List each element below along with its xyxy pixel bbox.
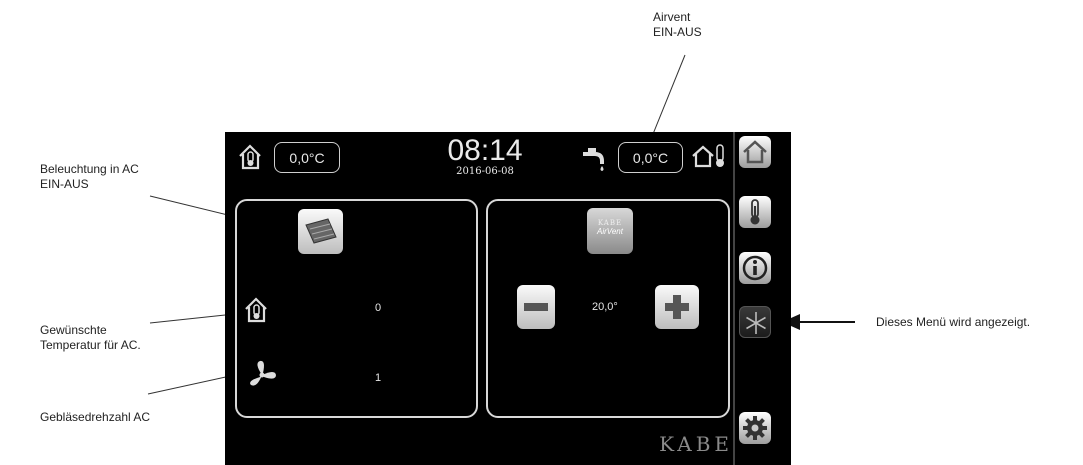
snowflake-icon [746,312,766,334]
clock-time: 08:14 [447,134,523,167]
device-screen: 0,0°C 08:14 2016-06-08 0,0°C 0 1 KABE Ai… [225,132,791,465]
airvent-logo-bottom: AirVent [597,227,623,236]
decrease-setpoint-button[interactable] [517,285,555,329]
thermometer-icon [750,199,760,225]
callout-arrow-menu [782,314,855,330]
airvent-logo-top: KABE [597,219,623,227]
annotation-fan-speed: Gebläsedrehzahl AC [40,410,151,424]
home-icon [743,140,767,164]
desired-temp-value: 0 [375,302,382,314]
outdoor-house-thermometer-icon [692,144,724,168]
fan-speed-value: 1 [375,372,382,384]
sidebar-info-button[interactable] [739,252,771,284]
airvent-toggle-button[interactable]: KABE AirVent [587,208,633,254]
clock-date: 2016-06-08 [456,166,514,177]
water-tap-icon [583,148,604,171]
desired-temp-house-icon [245,297,267,323]
setpoint-value: 20,0° [592,301,618,313]
increase-setpoint-button[interactable] [655,285,699,329]
annotation-desired-temp: Gewünschte Temperatur für AC. [40,323,141,352]
fan-icon [250,360,276,386]
outdoor-temp-display[interactable]: 0,0°C [618,142,683,173]
sidebar-settings-button[interactable] [739,412,771,444]
sidebar-divider [733,132,735,465]
info-icon [742,255,768,281]
minus-icon [524,303,548,311]
annotation-airvent: Airvent EIN-AUS [653,10,702,39]
annotation-lighting: Beleuchtung in AC EIN-AUS [40,162,139,191]
sidebar-thermometer-button[interactable] [739,196,771,228]
indoor-temp-display[interactable]: 0,0°C [274,142,340,173]
gear-icon [743,416,767,440]
sidebar-ac-button-active[interactable] [739,306,771,338]
ac-lighting-button[interactable] [298,209,343,254]
plus-icon [665,295,689,319]
sidebar-home-button[interactable] [739,136,771,168]
kabe-logo: KABE [659,432,733,456]
ac-lighting-icon [305,218,337,244]
indoor-house-thermometer-icon [239,144,261,170]
annotation-menu-shown: Dieses Menü wird angezeigt. [876,315,1031,329]
